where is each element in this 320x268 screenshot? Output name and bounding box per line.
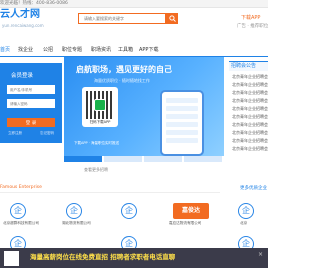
section-title: Famous Enterprise <box>0 185 42 190</box>
qr-code-icon <box>4 251 19 266</box>
nav-item-app-download[interactable]: APP下载 <box>139 46 158 53</box>
view-more-link[interactable]: 查看更多招聘 <box>84 167 108 172</box>
forgot-password-link[interactable]: 忘记密码 <box>40 131 54 136</box>
job-fair-item[interactable]: 北京青年企业招聘会 <box>232 146 268 151</box>
qr-caption: 扫码下载APP <box>89 120 111 124</box>
app-download-link[interactable]: 下载APP <box>241 15 260 21</box>
top-info-text: 欢迎光临！热线：400-836-0086 <box>0 1 68 6</box>
company-name[interactable]: 湖北物流有限公司 <box>62 221 91 226</box>
phone-mockup-icon <box>160 90 204 156</box>
site-logo[interactable]: 云人才网 <box>0 9 40 21</box>
login-links: 立即注册 忘记密码 <box>8 131 54 136</box>
banner-dot[interactable] <box>144 156 182 162</box>
register-link[interactable]: 立即注册 <box>8 131 22 136</box>
more-companies-link[interactable]: 更多优质企业 <box>240 185 267 191</box>
nav-item-news[interactable]: 职场资讯 <box>91 46 111 53</box>
app-qr-card: 扫码下载APP <box>82 87 118 127</box>
job-fair-item[interactable]: 北京青年企业招聘会 <box>232 74 268 79</box>
company-logo-icon[interactable]: 企 <box>10 203 26 219</box>
top-info-bar: 欢迎光临！热线：400-836-0086 <box>0 0 268 8</box>
company-name[interactable]: 嘉应达物流有限公司 <box>169 221 201 226</box>
banner-dot[interactable] <box>184 156 222 162</box>
hero-banner[interactable]: 启航职场，遇见更好的自己 海量优质职位 · 随时随地找工作 扫码下载APP 下载… <box>64 57 224 156</box>
nav-item-job-topics[interactable]: 职位专题 <box>62 46 82 53</box>
nav-item-companies[interactable]: 找企业 <box>18 46 33 53</box>
close-icon[interactable]: × <box>258 251 263 258</box>
search-button[interactable] <box>166 13 178 24</box>
promo-text: 海量高薪岗位在线免费直招 招聘者求职者电话直聊 <box>30 253 176 261</box>
username-field[interactable] <box>7 85 55 94</box>
login-panel: 会员登录 登 录 立即注册 忘记密码 <box>0 63 62 143</box>
nav-item-tools[interactable]: 工具箱 <box>118 46 133 53</box>
job-fair-item[interactable]: 北京青年企业招聘会 <box>232 106 268 111</box>
job-fair-item[interactable]: 北京青年企业招聘会 <box>232 122 268 127</box>
job-fair-item[interactable]: 北京青年企业招聘会 <box>232 90 268 95</box>
app-logo-icon <box>94 99 106 111</box>
job-fair-item[interactable]: 北京青年企业招聘会 <box>232 130 268 135</box>
job-fair-item[interactable]: 北京青年企业招聘会 <box>232 98 268 103</box>
company-name[interactable]: 北京 <box>240 221 247 226</box>
login-title: 会员登录 <box>11 73 34 79</box>
job-fair-item[interactable]: 北京青年企业招聘会 <box>232 138 268 143</box>
section-divider <box>0 192 220 193</box>
company-name[interactable]: 北京超群科技有限公司 <box>3 221 39 226</box>
banner-tag: 下载APP · 海量职位实时推送 <box>74 141 119 145</box>
nav-item-home[interactable]: 首页 <box>0 46 10 53</box>
company-logo-icon[interactable]: 企 <box>66 203 82 219</box>
job-fair-title: 招聘会公告 <box>229 61 268 71</box>
password-field[interactable] <box>7 99 55 108</box>
banner-dot[interactable] <box>104 156 142 162</box>
company-logo-icon[interactable]: 企 <box>238 203 254 219</box>
header-ad[interactable]: 广告 · 推荐职位 <box>237 24 268 30</box>
login-button[interactable]: 登 录 <box>7 118 55 127</box>
banner-subtitle: 海量优质职位 · 随时随地找工作 <box>94 78 150 83</box>
search-icon <box>168 15 176 22</box>
company-logo-gxd[interactable]: 嘉俊达 <box>173 203 209 219</box>
banner-pager <box>64 156 224 162</box>
site-logo-url: yun.rencaiwang.com <box>2 23 44 28</box>
banner-title: 启航职场，遇见更好的自己 <box>76 65 172 74</box>
job-fair-item[interactable]: 北京青年企业招聘会 <box>232 114 268 119</box>
nav-item-public-recruit[interactable]: 公招 <box>43 46 53 53</box>
floating-promo-bar[interactable]: 海量高薪岗位在线免费直招 招聘者求职者电话直聊 × <box>0 248 268 268</box>
company-logo-icon[interactable]: 企 <box>121 203 137 219</box>
search-input[interactable] <box>78 13 166 24</box>
banner-dot-active[interactable] <box>64 156 102 162</box>
job-fair-item[interactable]: 北京青年企业招聘会 <box>232 82 268 87</box>
